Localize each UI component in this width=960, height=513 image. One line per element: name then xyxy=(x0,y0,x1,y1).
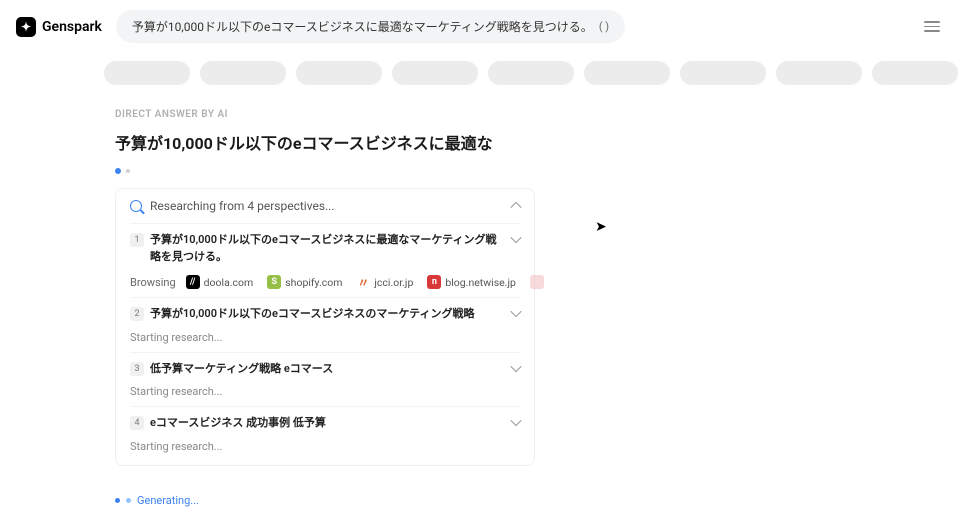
perspective-item[interactable]: 4 eコマースビジネス 成功事例 低予算 Starting research..… xyxy=(130,406,520,461)
query-pill[interactable]: 予算が10,000ドル以下のeコマースビジネスに最適なマーケティング戦略を見つけ… xyxy=(116,10,625,43)
browsing-label: Browsing xyxy=(130,276,176,289)
perspective-status: Starting research... xyxy=(130,440,520,453)
source-name: jcci.or.jp xyxy=(374,276,413,289)
perspective-title: 予算が10,000ドル以下のeコマースビジネスに最適なマーケティング戦略を見つけ… xyxy=(150,232,506,265)
tab-skeleton xyxy=(200,61,286,85)
browsing-sources: Browsing // doola.com S shopify.com 〃 jc… xyxy=(130,275,520,289)
source-icon xyxy=(530,275,544,289)
logo-icon: ✦ xyxy=(16,17,36,37)
source-item[interactable]: S shopify.com xyxy=(267,275,342,289)
chevron-up-icon xyxy=(510,202,521,213)
perspective-number: 2 xyxy=(130,307,144,321)
tab-skeleton xyxy=(392,61,478,85)
search-icon xyxy=(130,200,142,212)
perspective-item[interactable]: 2 予算が10,000ドル以下のeコマースビジネスのマーケティング戦略 Star… xyxy=(130,297,520,352)
chevron-down-icon xyxy=(510,306,521,317)
source-name: doola.com xyxy=(204,276,254,289)
answer-title: 予算が10,000ドル以下のeコマースビジネスに最適な xyxy=(115,130,540,154)
research-header-text: Researching from 4 perspectives... xyxy=(150,199,504,213)
logo[interactable]: ✦ Genspark xyxy=(16,17,102,37)
chevron-down-icon xyxy=(510,232,521,243)
mouse-cursor-icon: ➤ xyxy=(595,219,607,235)
query-text: 予算が10,000ドル以下のeコマースビジネスに最適なマーケティング戦略を見つけ… xyxy=(132,18,593,35)
source-item-faded xyxy=(530,275,544,289)
menu-icon[interactable] xyxy=(920,17,944,36)
generating-indicator: Generating... xyxy=(115,494,199,507)
direct-answer-label: DIRECT ANSWER BY AI xyxy=(115,109,540,120)
tab-skeleton xyxy=(296,61,382,85)
tab-skeleton xyxy=(872,61,958,85)
perspective-item[interactable]: 1 予算が10,000ドル以下のeコマースビジネスに最適なマーケティング戦略を見… xyxy=(130,223,520,297)
tab-skeleton xyxy=(680,61,766,85)
perspective-number: 1 xyxy=(130,233,144,247)
gen-dot xyxy=(115,498,120,503)
perspective-title: 低予算マーケティング戦略 eコマース xyxy=(150,361,506,378)
source-icon: S xyxy=(267,275,281,289)
perspective-status: Starting research... xyxy=(130,385,520,398)
tab-skeleton xyxy=(776,61,862,85)
source-name: blog.netwise.jp xyxy=(445,276,516,289)
source-icon: n xyxy=(427,275,441,289)
source-icon: 〃 xyxy=(356,275,370,289)
tab-skeleton xyxy=(104,61,190,85)
gen-dot xyxy=(126,498,131,503)
chevron-down-icon xyxy=(510,415,521,426)
tab-skeleton xyxy=(584,61,670,85)
main-content: DIRECT ANSWER BY AI 予算が10,000ドル以下のeコマースビ… xyxy=(0,93,540,466)
tabs-row xyxy=(0,53,960,93)
generating-text: Generating... xyxy=(137,494,199,507)
source-name: shopify.com xyxy=(285,276,342,289)
research-header[interactable]: Researching from 4 perspectives... xyxy=(130,199,520,223)
logo-text: Genspark xyxy=(42,19,102,35)
perspective-title: eコマースビジネス 成功事例 低予算 xyxy=(150,415,506,432)
perspective-number: 4 xyxy=(130,416,144,430)
header-bar: ✦ Genspark 予算が10,000ドル以下のeコマースビジネスに最適なマー… xyxy=(0,0,960,53)
perspective-status: Starting research... xyxy=(130,331,520,344)
tab-skeleton xyxy=(488,61,574,85)
source-item[interactable]: // doola.com xyxy=(186,275,254,289)
progress-dots xyxy=(115,168,540,174)
source-item[interactable]: 〃 jcci.or.jp xyxy=(356,275,413,289)
source-icon: // xyxy=(186,275,200,289)
perspective-number: 3 xyxy=(130,362,144,376)
research-panel: Researching from 4 perspectives... 1 予算が… xyxy=(115,188,535,466)
source-item[interactable]: n blog.netwise.jp xyxy=(427,275,516,289)
dot-active xyxy=(115,168,121,174)
chevron-down-icon xyxy=(510,360,521,371)
perspective-title: 予算が10,000ドル以下のeコマースビジネスのマーケティング戦略 xyxy=(150,306,506,323)
query-suffix: ( ) xyxy=(599,20,609,33)
perspective-item[interactable]: 3 低予算マーケティング戦略 eコマース Starting research..… xyxy=(130,352,520,407)
dot-inactive xyxy=(126,169,130,173)
